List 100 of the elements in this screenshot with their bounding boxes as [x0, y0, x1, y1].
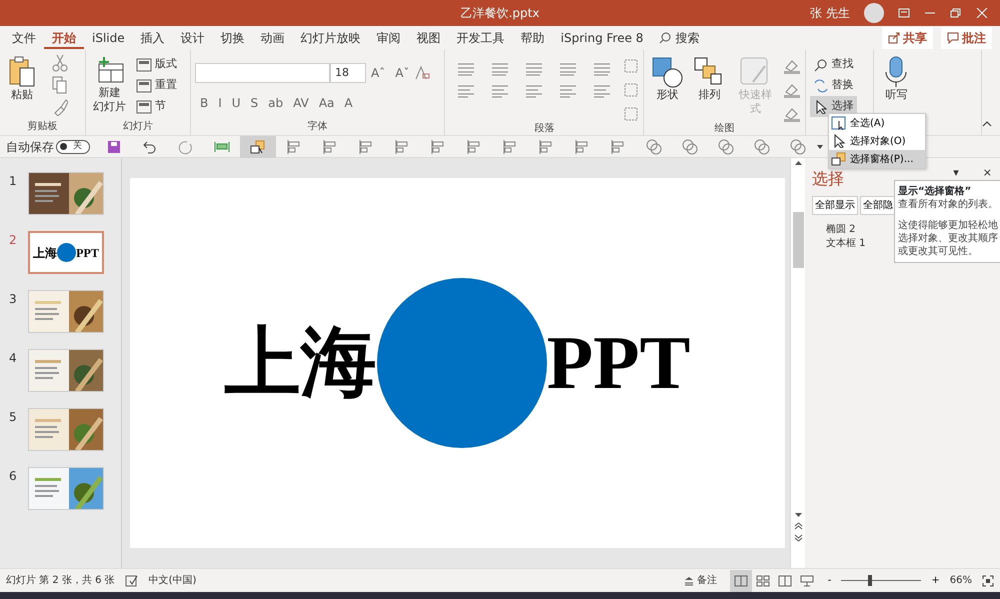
normal-view-icon[interactable]: [734, 574, 748, 586]
undo-icon[interactable]: [142, 138, 158, 154]
replace-button[interactable]: 替换: [810, 75, 857, 96]
replace-icon: [812, 78, 829, 92]
scroll-down-icon[interactable]: [794, 512, 802, 518]
menu-item[interactable]: 选择对象(O): [829, 132, 925, 150]
ribbon-tab[interactable]: 开发工具: [448, 27, 513, 49]
font-name-field[interactable]: [194, 63, 330, 83]
intersect-icon[interactable]: [754, 138, 770, 154]
next-slide-icon[interactable]: [794, 534, 802, 542]
selection-pane-icon[interactable]: [250, 138, 266, 154]
list-icon[interactable]: [593, 62, 612, 76]
list-icon[interactable]: [525, 62, 544, 76]
list-icon[interactable]: [559, 62, 578, 76]
save-icon[interactable]: [106, 138, 122, 154]
ribbon-tab[interactable]: 帮助: [512, 27, 553, 49]
zoom-level[interactable]: 66%: [950, 573, 972, 588]
new-slide-button[interactable]: 新建幻灯片: [90, 54, 130, 120]
layout-button[interactable]: 版式: [133, 54, 180, 75]
ribbon-button[interactable]: 排列: [690, 54, 728, 122]
paste-button[interactable]: 粘贴: [4, 54, 40, 120]
ribbon-tab[interactable]: 审阅: [368, 27, 409, 49]
font-size-field[interactable]: 18: [330, 63, 366, 83]
effects-icon[interactable]: [782, 106, 801, 122]
menu-item[interactable]: 选择窗格(P)...: [829, 150, 925, 168]
slide-counter: 幻灯片 第 2 张，共 6 张: [6, 574, 115, 588]
close-button[interactable]: ×: [982, 167, 992, 179]
copy-icon[interactable]: [52, 76, 68, 94]
format-button[interactable]: AV: [288, 92, 314, 114]
search-button[interactable]: 搜索: [651, 27, 708, 49]
ribbon-tab[interactable]: 动画: [252, 27, 293, 49]
subtract-icon[interactable]: [790, 138, 806, 154]
notes-button[interactable]: 备注: [680, 570, 720, 591]
show-all-button[interactable]: 全部显示: [812, 196, 858, 215]
brush-icon[interactable]: [52, 98, 68, 116]
share-button[interactable]: 共享: [882, 27, 933, 49]
slide-thumbnail-text: PPT: [76, 246, 99, 258]
ribbon-tab[interactable]: 文件: [4, 27, 44, 49]
slideshow-icon[interactable]: [800, 574, 814, 586]
ribbon-tab[interactable]: 切换: [212, 27, 253, 49]
format-button[interactable]: B: [194, 92, 214, 114]
close-icon[interactable]: [976, 8, 988, 18]
ribbon-tab[interactable]: 开始: [44, 27, 84, 49]
align-center-icon[interactable]: [394, 138, 410, 154]
font-size-button[interactable]: Aˇ: [390, 62, 414, 84]
scroll-up-icon[interactable]: [794, 160, 802, 166]
ribbon-tab[interactable]: iSpring Free 8: [552, 27, 652, 49]
ribbon-tab[interactable]: 幻灯片放映: [292, 27, 369, 49]
object-list-item[interactable]: 椭圆 2: [826, 223, 856, 237]
slide-thumbnail[interactable]: 上海 PPT: [28, 231, 104, 274]
format-button[interactable]: Aa: [314, 92, 340, 114]
clear-format-icon[interactable]: [414, 65, 430, 81]
language-label: 中文(中国): [148, 574, 196, 588]
collapse-icon[interactable]: [982, 121, 992, 127]
object-list-item[interactable]: 文本框 1: [826, 237, 866, 251]
spell-check-icon[interactable]: [124, 574, 139, 586]
list-icon[interactable]: [457, 62, 476, 76]
format-button[interactable]: S: [246, 92, 264, 114]
ribbon-button[interactable]: 形状: [648, 54, 686, 122]
previous-slide-icon[interactable]: [794, 522, 802, 530]
reset-button[interactable]: 重置: [133, 75, 180, 96]
format-button[interactable]: ab: [263, 92, 288, 114]
format-button[interactable]: A: [339, 92, 358, 114]
ribbon-tab[interactable]: 视图: [408, 27, 449, 49]
format-button[interactable]: I: [213, 92, 227, 114]
reading-view-icon[interactable]: [778, 574, 792, 586]
slide-sorter-icon[interactable]: [756, 574, 770, 586]
zoom-in-button[interactable]: +: [931, 573, 940, 588]
ribbon-tab[interactable]: iSlide: [84, 27, 133, 49]
layout-icon: [136, 58, 152, 72]
scissors-icon[interactable]: [52, 54, 68, 72]
font-size-button[interactable]: Aˆ: [366, 62, 390, 84]
ribbon-tab[interactable]: 设计: [172, 27, 213, 49]
combine-icon[interactable]: [682, 138, 698, 154]
notes-icon: [684, 576, 694, 586]
scrollbar-thumb[interactable]: [792, 212, 804, 268]
ribbon-tab[interactable]: 插入: [132, 27, 173, 49]
align-left-icon[interactable]: [358, 138, 374, 154]
fragment-icon[interactable]: [718, 138, 734, 154]
outline-icon[interactable]: [782, 82, 801, 98]
more-icon[interactable]: [816, 144, 824, 150]
format-button[interactable]: U: [226, 92, 246, 114]
union-icon[interactable]: [646, 138, 662, 154]
list-icon[interactable]: [491, 62, 510, 76]
comment-button[interactable]: 批注: [941, 27, 992, 49]
fit-slide-icon[interactable]: [982, 574, 994, 586]
ribbon-display-icon[interactable]: [898, 8, 910, 18]
menu-item[interactable]: 全选(A): [829, 114, 925, 132]
zoom-slider-thumb[interactable]: [868, 575, 872, 586]
find-button[interactable]: 查找: [810, 54, 857, 75]
avatar[interactable]: [864, 3, 884, 23]
zoom-out-button[interactable]: -: [828, 573, 832, 588]
slide-number: 1: [8, 173, 18, 190]
redo-icon[interactable]: [178, 138, 194, 154]
fill-icon[interactable]: [782, 58, 801, 74]
section-button[interactable]: 节: [133, 96, 180, 117]
pane-menu-button[interactable]: ▾: [953, 167, 959, 179]
restore-icon[interactable]: [950, 8, 962, 18]
hide-all-button[interactable]: 全部隐: [860, 196, 896, 215]
autosave-toggle[interactable]: 关: [56, 140, 90, 154]
